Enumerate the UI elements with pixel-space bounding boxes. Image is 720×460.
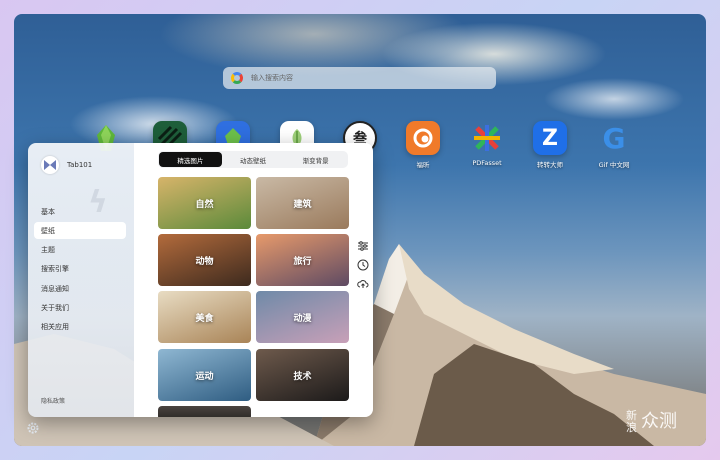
category-label: 运动 <box>195 371 214 382</box>
app-label: PDFasset <box>472 159 502 167</box>
watermark-text: 众测 <box>641 411 677 432</box>
category-card-partial[interactable] <box>158 406 251 417</box>
tab101-logo-icon <box>41 156 59 174</box>
category-label: 自然 <box>195 199 214 210</box>
settings-panel: Tab101 ϟ 基本 壁纸 主题 搜索引擎 消息通知 关于我们 相关应用 隐私… <box>28 143 373 417</box>
search-bar[interactable] <box>223 67 496 89</box>
nav-item-theme[interactable]: 主题 <box>34 242 126 259</box>
sliders-icon[interactable] <box>356 239 370 253</box>
category-card-travel[interactable]: 旅行 <box>256 234 349 286</box>
nav-item-wallpaper[interactable]: 壁纸 <box>34 222 126 240</box>
nav-item-notifications[interactable]: 消息通知 <box>34 280 126 297</box>
category-label: 建筑 <box>293 199 312 210</box>
z-icon: Z <box>533 121 567 155</box>
nav-item-basic[interactable]: 基本 <box>34 203 126 220</box>
foxit-icon <box>406 121 440 155</box>
app-shortcut-gif[interactable]: G Gif 中文网 <box>586 121 642 170</box>
settings-gear-icon[interactable] <box>26 421 40 435</box>
search-input[interactable] <box>251 74 451 82</box>
tab-gradient[interactable]: 渐变背景 <box>284 152 347 167</box>
wallpaper-tools <box>356 239 370 291</box>
category-card-nature[interactable]: 自然 <box>158 177 251 229</box>
nav-item-related-apps[interactable]: 相关应用 <box>34 319 126 336</box>
privacy-policy-link[interactable]: 隐私政策 <box>41 396 65 405</box>
tab-featured[interactable]: 精选图片 <box>159 152 222 167</box>
cloud-upload-icon[interactable] <box>356 277 370 291</box>
category-card-anime[interactable]: 动漫 <box>256 291 349 343</box>
app-shortcut-pdfasset[interactable]: PDFasset <box>459 121 515 167</box>
brand-name: Tab101 <box>67 161 93 169</box>
category-label: 技术 <box>293 371 312 382</box>
clock-icon[interactable] <box>356 258 370 272</box>
settings-sidebar: Tab101 ϟ 基本 壁纸 主题 搜索引擎 消息通知 关于我们 相关应用 隐私… <box>28 143 134 417</box>
app-label: 福昕 <box>416 161 430 169</box>
pdfasset-icon <box>470 121 504 155</box>
category-card-food[interactable]: 美食 <box>158 291 251 343</box>
gif-g-icon: G <box>602 121 626 155</box>
category-label: 美食 <box>195 313 214 324</box>
nav-item-search-engine[interactable]: 搜索引擎 <box>34 261 126 278</box>
category-label: 旅行 <box>293 256 312 267</box>
tab-dynamic[interactable]: 动态壁纸 <box>222 152 285 167</box>
watermark-small: 新 浪 <box>626 410 637 434</box>
category-card-technology[interactable]: 技术 <box>256 349 349 401</box>
category-card-animals[interactable]: 动物 <box>158 234 251 286</box>
app-label: Gif 中文网 <box>598 161 630 169</box>
app-label: 转转大师 <box>537 161 563 169</box>
settings-nav: 基本 壁纸 主题 搜索引擎 消息通知 关于我们 相关应用 <box>34 203 126 338</box>
wallpaper-tabs: 精选图片 动态壁纸 渐变背景 <box>158 151 348 168</box>
google-icon <box>231 72 243 84</box>
corner-watermark: 值 新 浪 众测 <box>626 410 677 434</box>
brand: Tab101 <box>41 156 92 174</box>
app-shortcut-zhuanzhuan[interactable]: Z 转转大师 <box>522 121 578 169</box>
watermark-line2: 浪 <box>626 421 637 434</box>
category-label: 动漫 <box>293 313 312 324</box>
category-label: 动物 <box>195 256 214 267</box>
app-shortcut-foxit[interactable]: 福昕 <box>395 121 451 169</box>
category-card-architecture[interactable]: 建筑 <box>256 177 349 229</box>
wallpaper-content: 精选图片 动态壁纸 渐变背景 自然 建筑 动物 旅行 美食 动漫 运动 技术 <box>134 143 373 417</box>
category-card-sports[interactable]: 运动 <box>158 349 251 401</box>
nav-item-about[interactable]: 关于我们 <box>34 299 126 316</box>
